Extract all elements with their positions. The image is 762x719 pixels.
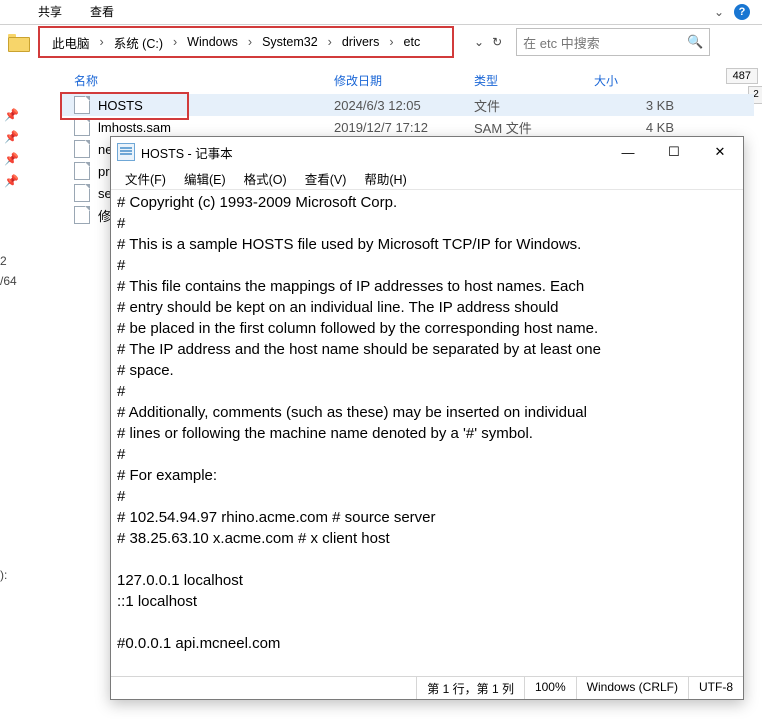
column-headers: 名称 修改日期 类型 大小 <box>60 66 762 94</box>
menu-view[interactable]: 查看(V) <box>297 167 355 190</box>
file-icon <box>74 184 90 202</box>
menu-edit[interactable]: 编辑(E) <box>176 167 234 190</box>
file-name: HOSTS <box>98 98 143 113</box>
notepad-menubar: 文件(F) 编辑(E) 格式(O) 查看(V) 帮助(H) <box>111 167 743 190</box>
pin-icons: 📌 📌 📌 📌 <box>4 100 19 196</box>
tab-view[interactable]: 查看 <box>76 0 128 24</box>
address-bar[interactable]: 此电脑› 系统 (C:)› Windows› System32› drivers… <box>38 26 454 58</box>
tab-share[interactable]: 共享 <box>24 0 76 24</box>
crumb-c-drive[interactable]: 系统 (C:) <box>108 31 169 54</box>
right-chip: 487 <box>726 68 758 84</box>
notepad-titlebar[interactable]: HOSTS - 记事本 — ☐ ✕ <box>111 137 743 167</box>
file-icon <box>74 162 90 180</box>
notepad-icon <box>117 143 135 161</box>
chevron-down-icon[interactable]: ⌄ <box>474 35 484 49</box>
status-zoom: 100% <box>524 677 576 699</box>
ribbon-tabs: 共享 查看 ⌄ ? <box>0 0 762 25</box>
menu-help[interactable]: 帮助(H) <box>356 167 414 190</box>
refresh-icon[interactable]: ↻ <box>492 35 502 49</box>
table-row[interactable]: lmhosts.sam 2019/12/7 17:12SAM 文件4 KB <box>60 116 754 138</box>
menu-file[interactable]: 文件(F) <box>117 167 174 190</box>
file-icon <box>74 96 90 114</box>
left-labels: 2 /64 ): <box>0 248 17 588</box>
status-cursor: 第 1 行，第 1 列 <box>416 677 524 699</box>
menu-format[interactable]: 格式(O) <box>236 167 295 190</box>
file-name: lmhosts.sam <box>98 120 171 135</box>
notepad-statusbar: 第 1 行，第 1 列 100% Windows (CRLF) UTF-8 <box>111 676 743 699</box>
file-type: SAM 文件 <box>474 118 594 137</box>
left-label: 2 <box>0 254 17 268</box>
breadcrumb: 此电脑› 系统 (C:)› Windows› System32› drivers… <box>46 31 426 54</box>
status-encoding: UTF-8 <box>688 677 743 699</box>
folder-icon <box>8 34 28 50</box>
minimize-button[interactable]: — <box>605 137 651 167</box>
crumb-windows[interactable]: Windows <box>181 33 244 51</box>
file-modified: 2024/6/3 12:05 <box>334 98 474 113</box>
chevron-right-icon: › <box>387 35 395 49</box>
close-button[interactable]: ✕ <box>697 137 743 167</box>
pin-icon: 📌 <box>4 152 19 166</box>
col-header-size[interactable]: 大小 <box>594 72 674 89</box>
pin-icon: 📌 <box>4 130 19 144</box>
search-icon: 🔍 <box>687 34 703 50</box>
crumb-this-pc[interactable]: 此电脑 <box>46 31 96 54</box>
file-icon <box>74 206 90 224</box>
address-row: 此电脑› 系统 (C:)› Windows› System32› drivers… <box>0 24 762 60</box>
chevron-right-icon: › <box>171 35 179 49</box>
notepad-text-area[interactable]: # Copyright (c) 1993-2009 Microsoft Corp… <box>111 190 743 676</box>
col-header-modified[interactable]: 修改日期 <box>334 72 474 89</box>
crumb-drivers[interactable]: drivers <box>336 33 386 51</box>
chevron-right-icon: › <box>98 35 106 49</box>
file-modified: 2019/12/7 17:12 <box>334 120 474 135</box>
col-header-name[interactable]: 名称 <box>60 72 334 89</box>
chevron-down-icon[interactable]: ⌄ <box>714 5 724 19</box>
table-row[interactable]: HOSTS 2024/6/3 12:05文件3 KB <box>60 94 754 116</box>
left-label: ): <box>0 568 17 582</box>
crumb-system32[interactable]: System32 <box>256 33 324 51</box>
left-label: /64 <box>0 274 17 288</box>
file-size: 4 KB <box>594 120 680 135</box>
window-title: HOSTS - 记事本 <box>141 143 233 162</box>
help-icon[interactable]: ? <box>734 4 750 20</box>
chevron-right-icon: › <box>326 35 334 49</box>
pin-icon: 📌 <box>4 108 19 122</box>
pin-icon: 📌 <box>4 174 19 188</box>
crumb-etc[interactable]: etc <box>398 33 427 51</box>
file-icon <box>74 140 90 158</box>
col-header-type[interactable]: 类型 <box>474 72 594 89</box>
file-size: 3 KB <box>594 98 680 113</box>
file-icon <box>74 118 90 136</box>
maximize-button[interactable]: ☐ <box>651 137 697 167</box>
search-input[interactable]: 在 etc 中搜索 🔍 <box>516 28 710 56</box>
status-lineend: Windows (CRLF) <box>576 677 688 699</box>
notepad-window: HOSTS - 记事本 — ☐ ✕ 文件(F) 编辑(E) 格式(O) 查看(V… <box>110 136 744 700</box>
file-type: 文件 <box>474 96 594 115</box>
chevron-right-icon: › <box>246 35 254 49</box>
search-placeholder: 在 etc 中搜索 <box>523 33 600 52</box>
